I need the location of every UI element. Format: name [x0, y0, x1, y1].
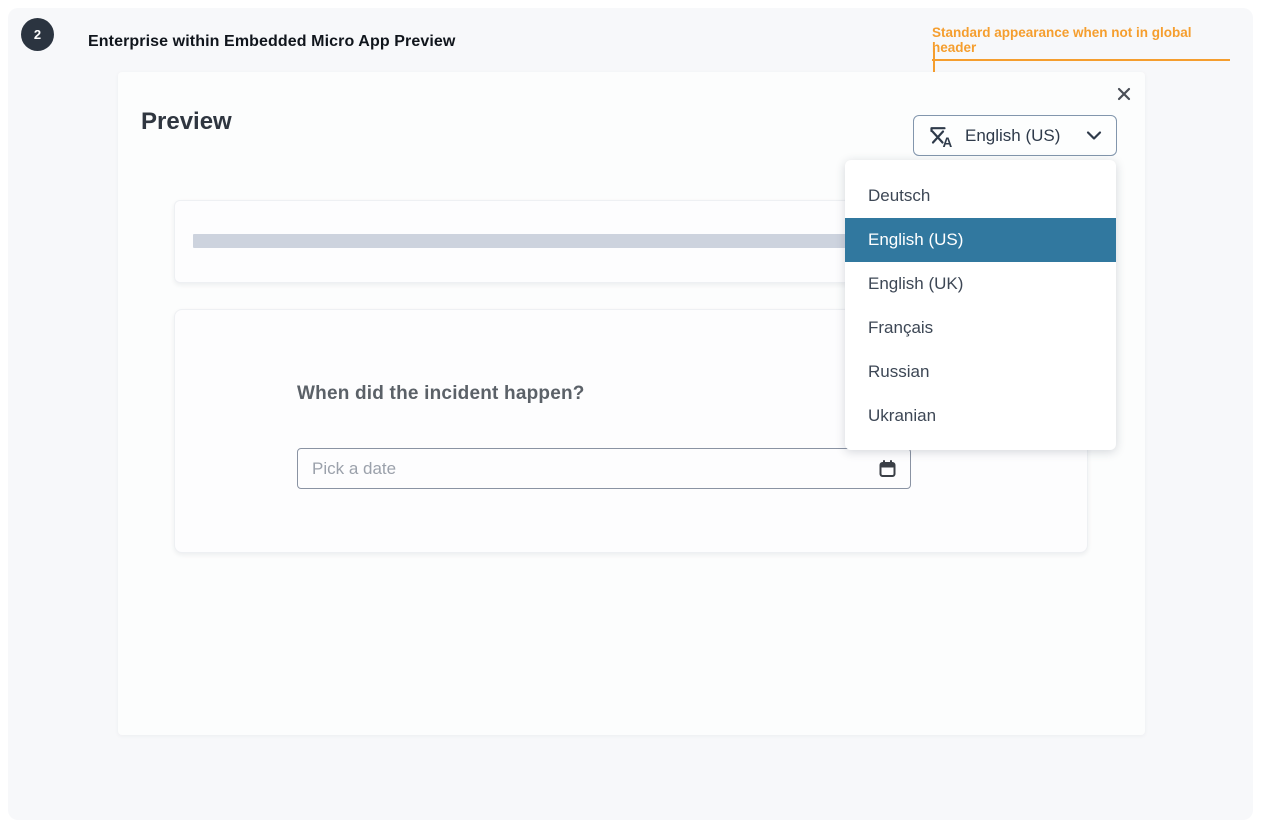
date-picker-input[interactable]: Pick a date	[297, 448, 911, 489]
language-option-5[interactable]: Ukranian	[845, 394, 1116, 438]
date-input-placeholder: Pick a date	[312, 459, 869, 479]
question-label: When did the incident happen?	[297, 383, 585, 405]
preview-modal: Preview A English (US)	[118, 72, 1145, 735]
page-title: Enterprise within Embedded Micro App Pre…	[88, 25, 455, 58]
language-option-2[interactable]: English (UK)	[845, 262, 1116, 306]
language-option-1[interactable]: English (US)	[845, 218, 1116, 262]
close-icon	[1116, 86, 1132, 102]
step-number-badge: 2	[21, 18, 54, 51]
close-button[interactable]	[1112, 82, 1136, 106]
language-option-3[interactable]: Français	[845, 306, 1116, 350]
chevron-down-icon	[1086, 130, 1102, 141]
svg-text:A: A	[943, 135, 953, 149]
language-dropdown-menu: Deutsch English (US) English (UK) França…	[845, 160, 1116, 450]
calendar-icon[interactable]	[879, 460, 896, 478]
annotation-callout: Standard appearance when not in global h…	[932, 25, 1230, 61]
modal-title: Preview	[141, 108, 232, 136]
language-selector-value: English (US)	[965, 126, 1076, 146]
language-option-0[interactable]: Deutsch	[845, 174, 1116, 218]
language-selector-button[interactable]: A English (US)	[913, 115, 1117, 156]
language-option-4[interactable]: Russian	[845, 350, 1116, 394]
translate-icon: A	[928, 123, 955, 149]
preview-frame: 2 Enterprise within Embedded Micro App P…	[8, 8, 1253, 820]
